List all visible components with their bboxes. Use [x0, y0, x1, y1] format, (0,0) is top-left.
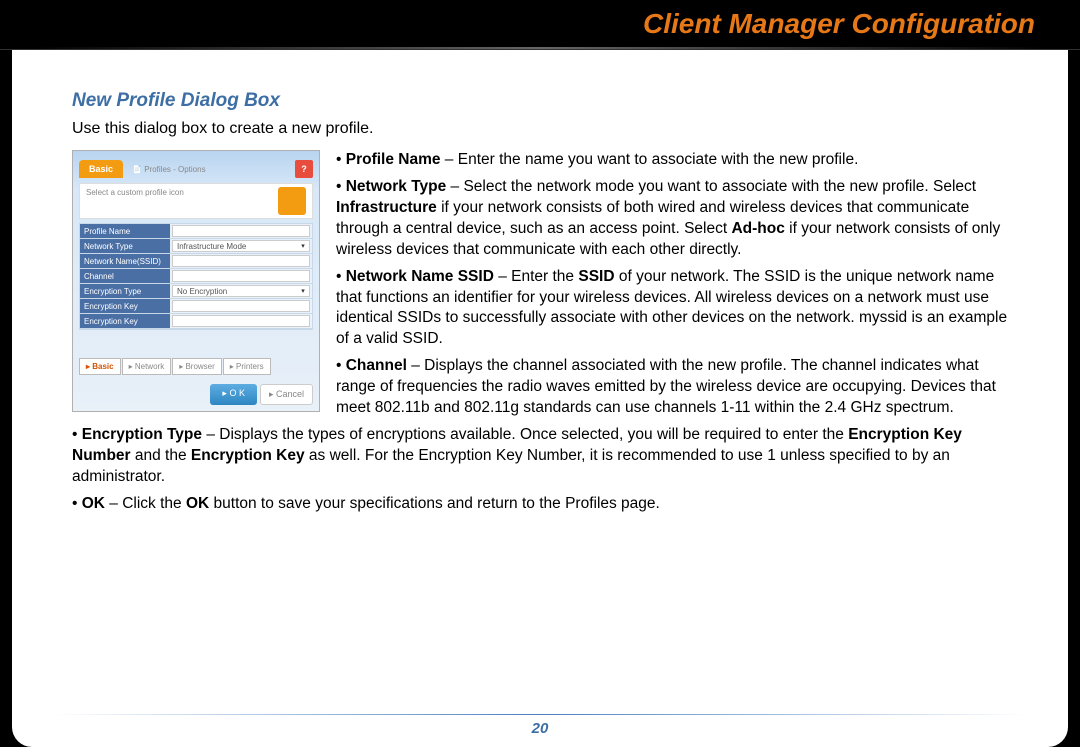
cancel-button[interactable]: ▸ Cancel	[260, 384, 313, 405]
encryption-key-input[interactable]	[172, 300, 310, 312]
dialog-tabbar: Basic 📄 Profiles - Options ?	[79, 157, 313, 181]
btab-basic[interactable]: ▸ Basic	[79, 358, 121, 375]
channel-input[interactable]	[172, 270, 310, 282]
btab-network[interactable]: ▸ Network	[122, 358, 172, 375]
tab-basic[interactable]: Basic	[79, 160, 123, 178]
section-title: New Profile Dialog Box	[72, 90, 1008, 112]
field-label: Profile Name	[80, 224, 170, 238]
header-divider	[0, 47, 1080, 49]
bullet-ok: • OK – Click the OK button to save your …	[72, 494, 1008, 515]
icon-select-label: Select a custom profile icon	[86, 188, 184, 197]
dialog-button-row: ▸ O K ▸ Cancel	[210, 384, 313, 405]
tab-profiles-options[interactable]: 📄 Profiles - Options	[126, 165, 292, 174]
field-label: Network Type	[80, 239, 170, 253]
btab-printers[interactable]: ▸ Printers	[223, 358, 271, 375]
dialog-screenshot: Basic 📄 Profiles - Options ? Select a cu…	[72, 150, 320, 412]
encryption-type-select[interactable]: No Encryption▾	[172, 285, 310, 297]
page-header: Client Manager Configuration	[0, 0, 1080, 50]
dialog-bottom-tabs: ▸ Basic ▸ Network ▸ Browser ▸ Printers	[79, 358, 313, 375]
footer-divider	[52, 714, 1028, 715]
intro-text: Use this dialog box to create a new prof…	[72, 120, 1008, 138]
field-label: Encryption Key	[80, 299, 170, 313]
ok-button[interactable]: ▸ O K	[210, 384, 257, 405]
field-label: Channel	[80, 269, 170, 283]
field-label: Encryption Key	[80, 314, 170, 328]
icon-select-bar: Select a custom profile icon	[79, 183, 313, 219]
ssid-input[interactable]	[172, 255, 310, 267]
encryption-key2-input[interactable]	[172, 315, 310, 327]
bullet-encryption: • Encryption Type – Displays the types o…	[72, 425, 1008, 488]
content-area: New Profile Dialog Box Use this dialog b…	[12, 50, 1068, 747]
page-number: 20	[532, 720, 549, 737]
field-label: Network Name(SSID)	[80, 254, 170, 268]
field-label: Encryption Type	[80, 284, 170, 298]
header-title: Client Manager Configuration	[643, 8, 1035, 40]
chevron-down-icon: ▾	[298, 287, 308, 295]
help-icon[interactable]: ?	[295, 160, 313, 178]
btab-browser[interactable]: ▸ Browser	[172, 358, 222, 375]
profile-icon-thumb[interactable]	[278, 187, 306, 215]
network-type-select[interactable]: Infrastructure Mode▾	[172, 240, 310, 252]
profile-name-input[interactable]	[172, 225, 310, 237]
chevron-down-icon: ▾	[298, 242, 308, 250]
dialog-form: Profile Name Network TypeInfrastructure …	[79, 223, 313, 330]
